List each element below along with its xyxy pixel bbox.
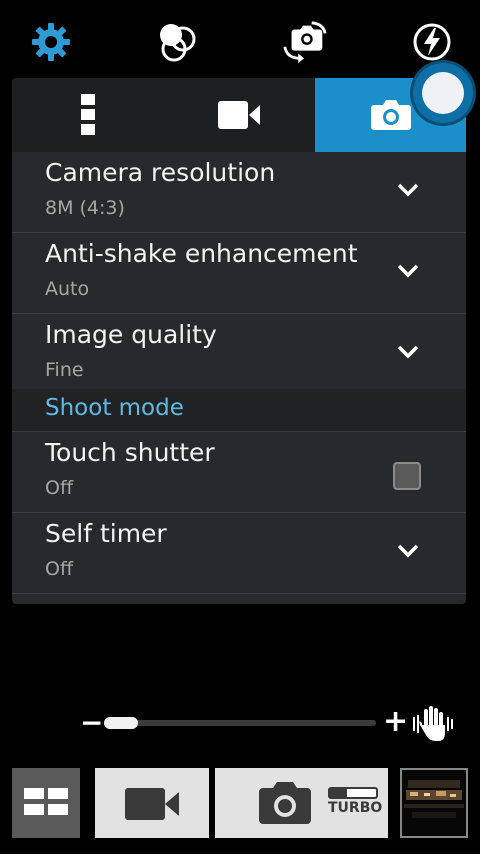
setting-title: Camera resolution — [45, 158, 276, 187]
photo-thumbnail-image — [402, 770, 466, 836]
tab-general[interactable] — [12, 78, 163, 152]
setting-anti-shake[interactable]: Anti-shake enhancement Auto — [12, 233, 466, 314]
setting-title: Self timer — [45, 519, 167, 548]
photo-shutter-button[interactable]: TURBO — [215, 768, 388, 838]
settings-panel: Camera resolution 8M (4:3) Anti-shake en… — [12, 78, 466, 604]
vertical-dots-icon — [80, 94, 95, 135]
video-camera-icon — [125, 788, 179, 820]
setting-title: Image quality — [45, 320, 217, 349]
setting-value: 8M (4:3) — [45, 197, 125, 219]
shutter-indicator-inner — [422, 72, 464, 114]
setting-self-timer[interactable]: Self timer Off — [12, 513, 466, 594]
chevron-down-icon — [397, 544, 419, 558]
zoom-in-button[interactable]: + — [383, 704, 408, 739]
chevron-down-icon — [397, 345, 419, 359]
zoom-slider[interactable] — [104, 717, 376, 729]
tab-video[interactable] — [163, 78, 315, 152]
hand-icon — [413, 706, 453, 741]
mode-grid-button[interactable] — [12, 768, 80, 838]
setting-title: Anti-shake enhancement — [45, 239, 358, 268]
flash-auto-icon — [413, 23, 451, 61]
grid-mode-icon — [24, 788, 68, 815]
chevron-down-icon — [397, 264, 419, 278]
gear-icon — [32, 23, 70, 61]
section-header-shoot-mode: Shoot mode — [12, 389, 466, 432]
setting-image-quality[interactable]: Image quality Fine — [12, 314, 466, 395]
setting-value: Off — [45, 558, 74, 580]
color-effects-icon[interactable] — [153, 18, 201, 66]
gallery-thumbnail[interactable] — [400, 768, 468, 838]
chevron-down-icon — [397, 183, 419, 197]
zoom-slider-thumb[interactable] — [104, 717, 138, 729]
video-record-button[interactable] — [95, 768, 209, 838]
gesture-hand-icon[interactable] — [410, 705, 454, 743]
effects-circles-icon — [160, 24, 196, 62]
switch-camera-icon[interactable] — [281, 18, 329, 66]
setting-value: Fine — [45, 359, 84, 381]
rotate-camera-icon — [283, 21, 327, 64]
settings-gear-icon[interactable] — [27, 18, 75, 66]
turbo-label: TURBO — [328, 800, 383, 816]
settings-tabs — [12, 78, 466, 152]
setting-value: Off — [45, 477, 74, 499]
shutter-indicator[interactable] — [413, 63, 473, 123]
touch-shutter-checkbox[interactable] — [393, 462, 421, 490]
video-camera-icon — [218, 101, 260, 129]
setting-title: Touch shutter — [45, 438, 215, 467]
camera-icon — [370, 100, 411, 130]
section-title: Shoot mode — [45, 395, 184, 421]
setting-camera-resolution[interactable]: Camera resolution 8M (4:3) — [12, 152, 466, 233]
zoom-out-button[interactable]: − — [80, 706, 103, 739]
setting-value: Auto — [45, 278, 90, 300]
setting-touch-shutter[interactable]: Touch shutter Off — [12, 432, 466, 513]
flash-mode-icon[interactable] — [408, 18, 456, 66]
